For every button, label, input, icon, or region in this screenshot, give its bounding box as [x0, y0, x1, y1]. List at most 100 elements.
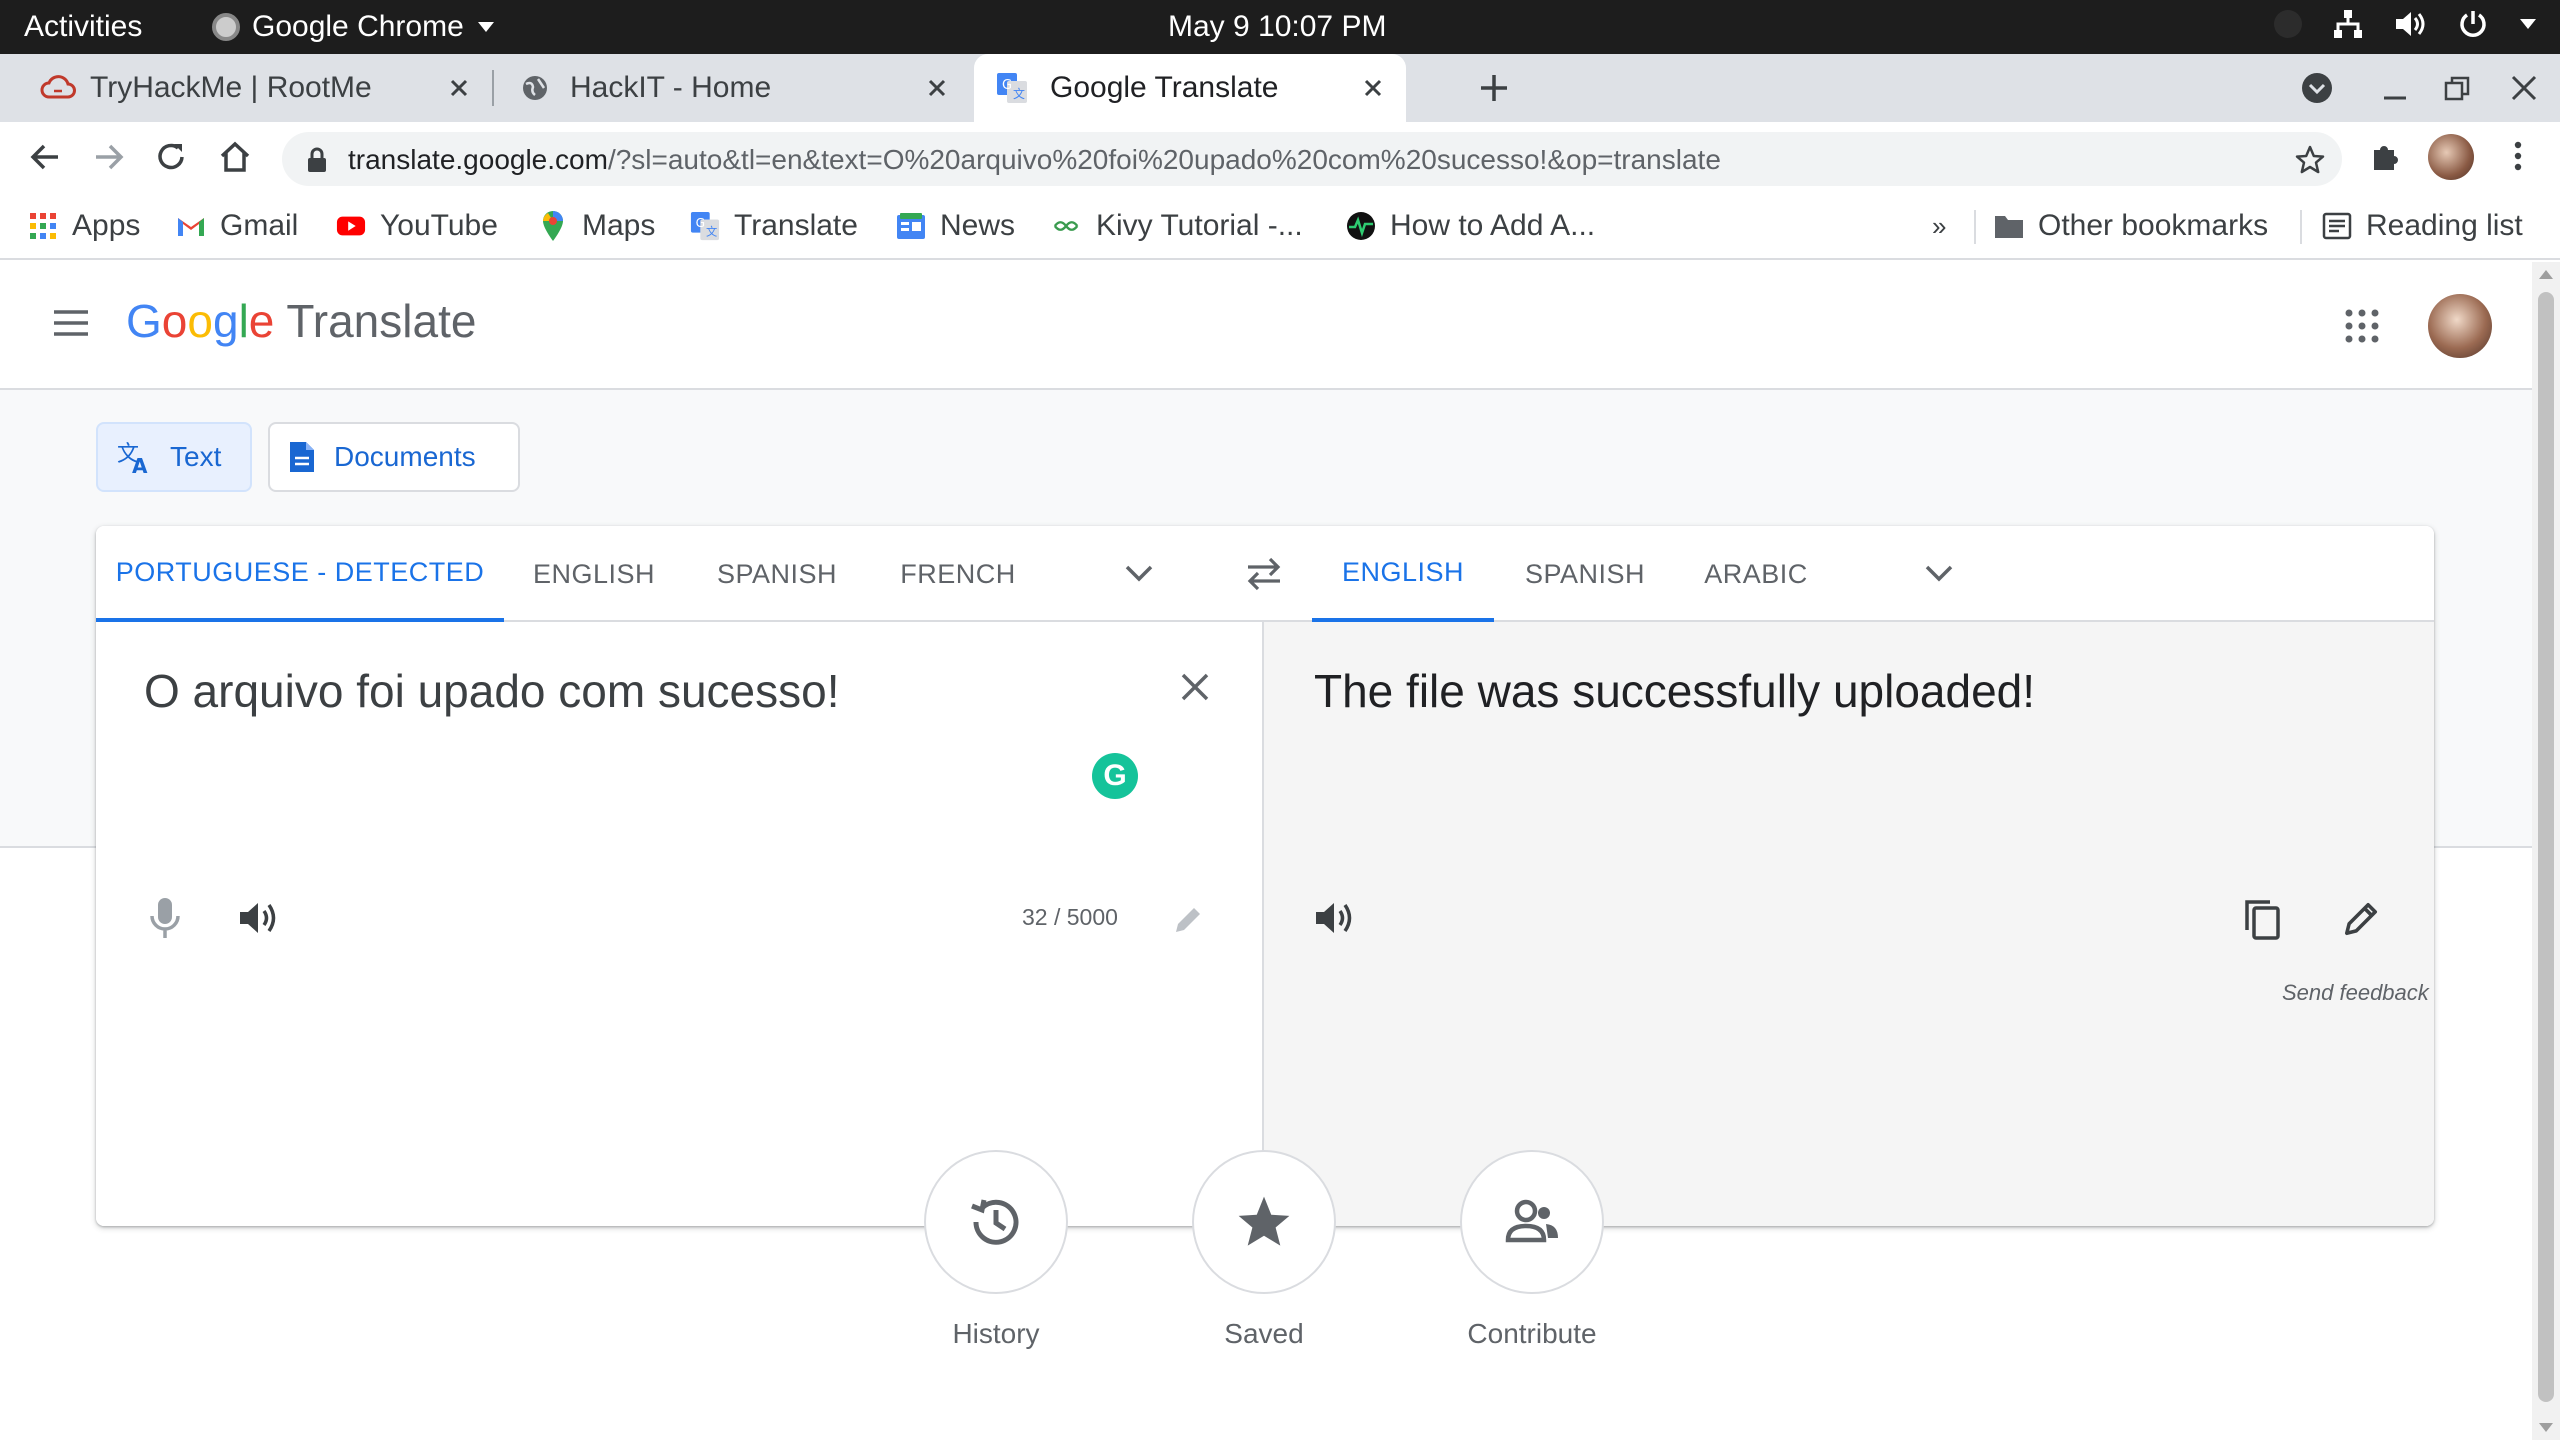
source-text-input[interactable]: O arquivo foi upado com sucesso!	[144, 664, 839, 718]
logo-letter: G	[126, 295, 162, 347]
tab-search-icon[interactable]	[2300, 71, 2334, 105]
bookmark-label: YouTube	[380, 209, 498, 242]
contribute-people-icon	[1505, 1199, 1558, 1243]
forward-arrow-icon[interactable]	[90, 138, 128, 176]
saved-star-icon	[1238, 1196, 1290, 1246]
close-tab-icon[interactable]	[444, 73, 474, 103]
copy-translation-icon[interactable]	[2242, 898, 2282, 942]
tab-hackit-home[interactable]: HackIT - Home	[496, 54, 970, 122]
scrollbar-thumb[interactable]	[2538, 292, 2554, 1402]
translate-favicon-icon: G文	[997, 73, 1027, 103]
bookmark-gmail[interactable]: Gmail	[176, 204, 298, 248]
google-apps-icon[interactable]	[2344, 308, 2380, 344]
target-lang-tab-spanish[interactable]: SPANISH	[1494, 526, 1676, 622]
bookmark-how-to-add[interactable]: How to Add A...	[1346, 204, 1595, 248]
os-top-bar: Activities Google Chrome May 9 10:07 PM	[0, 0, 2560, 54]
activities-button[interactable]: Activities	[24, 10, 142, 44]
account-avatar[interactable]	[2428, 294, 2492, 358]
target-lang-more-chevron-icon[interactable]	[1924, 560, 1954, 586]
clock[interactable]: May 9 10:07 PM	[1168, 10, 1386, 44]
listen-translation-speaker-icon[interactable]	[1314, 900, 1356, 936]
source-lang-tab-spanish[interactable]: SPANISH	[684, 526, 870, 622]
address-bar[interactable]: translate.google.com/?sl=auto&tl=en&text…	[282, 132, 2342, 186]
history-ring[interactable]	[924, 1150, 1068, 1294]
minimize-icon[interactable]	[2380, 74, 2410, 104]
source-text-pane[interactable]: O arquivo foi upado com sucesso! G 32 / …	[96, 622, 1264, 1226]
target-lang-tab-arabic[interactable]: ARABIC	[1676, 526, 1836, 622]
text-mode-button[interactable]: 文A Text	[96, 422, 252, 492]
reading-list-button[interactable]: Reading list	[2322, 204, 2523, 248]
documents-mode-button[interactable]: Documents	[268, 422, 520, 492]
source-lang-more-chevron-icon[interactable]	[1124, 560, 1154, 586]
history-button[interactable]: History	[924, 1150, 1068, 1350]
contribute-ring[interactable]	[1460, 1150, 1604, 1294]
bookmark-youtube[interactable]: YouTube	[336, 204, 498, 248]
bookmarks-overflow-button[interactable]: »	[1932, 204, 1946, 248]
bookmark-apps[interactable]: Apps	[28, 204, 140, 248]
app-menu[interactable]: Google Chrome	[212, 10, 496, 44]
system-tray[interactable]	[2274, 8, 2538, 40]
tab-google-translate[interactable]: G文 Google Translate	[974, 54, 1406, 122]
bookmark-kivy[interactable]: Kivy Tutorial -...	[1052, 204, 1303, 248]
url-host: translate.google.com	[348, 144, 608, 175]
news-icon	[896, 211, 926, 241]
chrome-icon	[212, 13, 240, 41]
bookmark-news[interactable]: News	[896, 204, 1015, 248]
caret-down-icon	[2520, 19, 2536, 29]
target-lang-tab-english[interactable]: ENGLISH	[1312, 526, 1494, 622]
close-tab-icon[interactable]	[1358, 73, 1388, 103]
source-lang-tab-english[interactable]: ENGLISH	[504, 526, 684, 622]
listen-source-speaker-icon[interactable]	[238, 900, 280, 936]
bookmark-label: Translate	[734, 209, 858, 242]
pencil-edit-icon[interactable]	[1172, 904, 1204, 936]
scroll-up-arrow-icon[interactable]	[2539, 270, 2553, 279]
restore-icon[interactable]	[2442, 74, 2472, 104]
translate-icon: G文	[690, 211, 720, 241]
clear-source-icon[interactable]	[1178, 670, 1212, 704]
google-translate-logo[interactable]: Google Translate	[126, 294, 476, 348]
close-tab-icon[interactable]	[922, 73, 952, 103]
svg-text:A: A	[132, 454, 148, 475]
bookmark-star-icon[interactable]	[2294, 144, 2326, 176]
translate-text-icon: 文A	[117, 442, 148, 475]
swap-languages-icon[interactable]	[1244, 556, 1284, 592]
home-icon[interactable]	[216, 138, 254, 176]
back-arrow-icon[interactable]	[26, 138, 64, 176]
app-menu-label: Google Chrome	[252, 10, 464, 43]
hamburger-menu-icon[interactable]	[52, 308, 90, 338]
history-clock-icon	[971, 1199, 1019, 1245]
scroll-down-arrow-icon[interactable]	[2539, 1423, 2553, 1432]
source-lang-tab-detected[interactable]: PORTUGUESE - DETECTED	[96, 526, 504, 622]
profile-avatar[interactable]	[2428, 134, 2474, 180]
send-feedback-link[interactable]: Send feedback	[2282, 980, 2429, 1006]
language-bar: PORTUGUESE - DETECTED ENGLISH SPANISH FR…	[96, 526, 2434, 622]
page-scrollbar[interactable]	[2532, 262, 2560, 1440]
source-lang-tab-french[interactable]: FRENCH	[870, 526, 1046, 622]
translation-card: PORTUGUESE - DETECTED ENGLISH SPANISH FR…	[96, 526, 2434, 1226]
text-mode-label: Text	[170, 441, 222, 472]
lock-icon[interactable]	[306, 146, 328, 174]
tab-title: Google Translate	[1050, 71, 1279, 104]
apps-grid-icon	[28, 211, 58, 241]
new-tab-plus-icon[interactable]	[1478, 72, 1510, 104]
reload-icon[interactable]	[152, 138, 190, 176]
close-window-icon[interactable]	[2508, 72, 2540, 104]
saved-label: Saved	[1224, 1318, 1304, 1349]
tab-tryhackme[interactable]: TryHackMe | RootMe	[0, 54, 492, 122]
edit-translation-pencil-icon[interactable]	[2342, 900, 2380, 938]
kebab-menu-icon[interactable]	[2500, 138, 2536, 174]
folder-icon	[1994, 211, 2024, 241]
saved-button[interactable]: Saved	[1192, 1150, 1336, 1350]
grammarly-icon[interactable]: G	[1092, 753, 1138, 799]
extensions-puzzle-icon[interactable]	[2368, 138, 2404, 174]
svg-text:文: 文	[706, 224, 717, 238]
bookmark-translate[interactable]: G文 Translate	[690, 204, 858, 248]
bookmark-label: Maps	[582, 209, 656, 242]
history-label: History	[952, 1318, 1040, 1349]
bookmark-maps[interactable]: Maps	[538, 204, 655, 248]
other-bookmarks-folder[interactable]: Other bookmarks	[1994, 204, 2268, 248]
saved-ring[interactable]	[1192, 1150, 1336, 1294]
url-path: /?sl=auto&tl=en&text=O%20arquivo%20foi%2…	[607, 144, 1721, 175]
microphone-icon[interactable]	[148, 896, 182, 940]
contribute-button[interactable]: Contribute	[1460, 1150, 1604, 1350]
